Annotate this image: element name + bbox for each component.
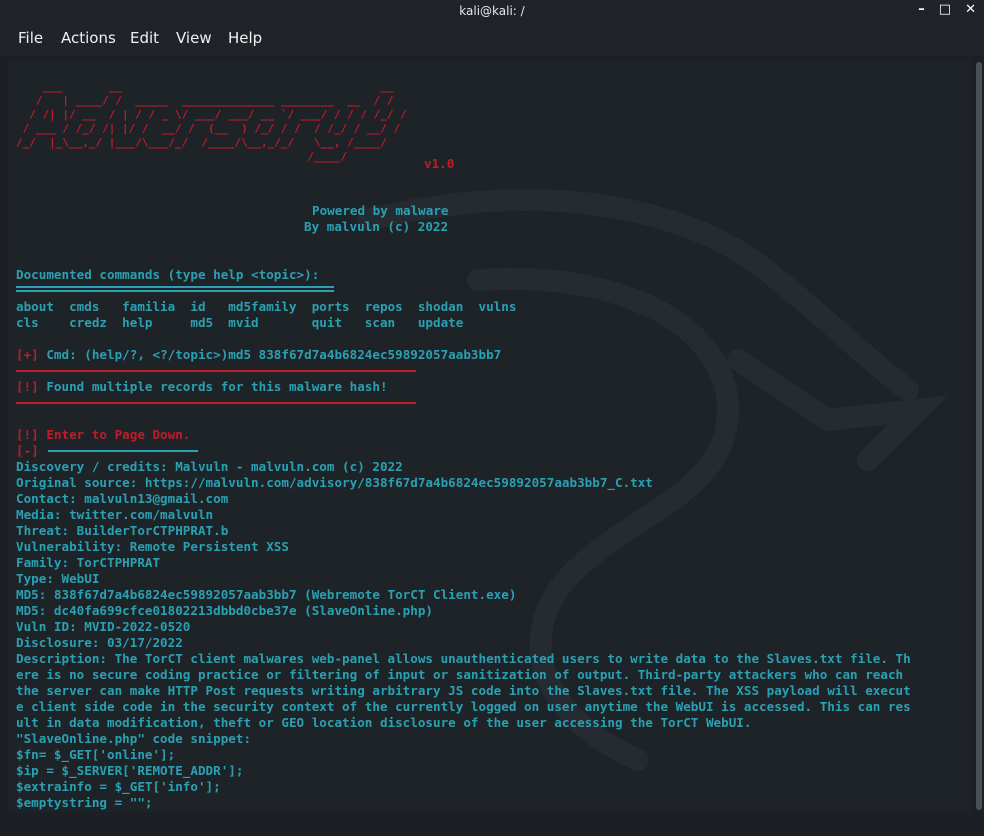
found-text: Found multiple records for this malware … bbox=[38, 379, 388, 394]
minus-prefix: [-] bbox=[16, 443, 39, 458]
detail-line: Discovery / credits: Malvuln - malvuln.c… bbox=[16, 459, 403, 474]
detail-line: Media: twitter.com/malvuln bbox=[16, 507, 214, 522]
description-line: Description: The TorCT client malwares w… bbox=[16, 651, 911, 666]
minimize-icon[interactable]: – bbox=[918, 2, 925, 17]
snippet-heading: "SlaveOnline.php" code snippet: bbox=[16, 731, 252, 746]
window-controls: – □ ✕ bbox=[918, 2, 976, 17]
menu-edit[interactable]: Edit bbox=[130, 29, 159, 47]
description-line: ere is no secure coding practice or filt… bbox=[16, 667, 904, 682]
menu-help[interactable]: Help bbox=[228, 29, 262, 47]
adversary-ascii-banner: ___ __ __ / | ____/ / _____ ____________… bbox=[16, 80, 407, 163]
commands-row-2: cls credz help md5 mvid quit scan update bbox=[16, 315, 464, 330]
detail-line: MD5: 838f67d7a4b6824ec59892057aab3bb7 (W… bbox=[16, 587, 517, 602]
section-rule bbox=[48, 450, 198, 452]
code-line: $emptystring = ""; bbox=[16, 795, 153, 810]
cmd-text: Cmd: (help/?, <?/topic>)md5 838f67d7a4b6… bbox=[38, 347, 502, 362]
menu-file[interactable]: File bbox=[18, 29, 43, 47]
section-header: [-] bbox=[16, 443, 39, 459]
terminal-output[interactable]: ___ __ __ / | ____/ / _____ ____________… bbox=[8, 60, 972, 812]
detail-line: Contact: malvuln13@gmail.com bbox=[16, 491, 229, 506]
banner-version: v1.0 bbox=[424, 156, 455, 171]
author-text: By malvuln (c) 2022 bbox=[304, 219, 449, 234]
detail-line: Original source: https://malvuln.com/adv… bbox=[16, 475, 653, 490]
page-down-prompt: [!] Enter to Page Down. bbox=[16, 427, 191, 442]
documented-commands-heading: Documented commands (type help <topic>): bbox=[16, 267, 320, 282]
code-line: $extrainfo = $_GET['info']; bbox=[16, 779, 221, 794]
code-line: $fn= $_GET['online']; bbox=[16, 747, 176, 762]
bottom-frame bbox=[0, 816, 984, 836]
found-prefix: [!] bbox=[16, 379, 39, 394]
scrollbar-thumb[interactable] bbox=[976, 62, 982, 810]
detail-line: Disclosure: 03/17/2022 bbox=[16, 635, 183, 650]
maximize-icon[interactable]: □ bbox=[939, 2, 951, 17]
description-line: the server can make HTTP Post requests w… bbox=[16, 683, 911, 698]
box-bottom-rule bbox=[16, 402, 416, 404]
detail-line: Vuln ID: MVID-2022-0520 bbox=[16, 619, 191, 634]
found-line: [!] Found multiple records for this malw… bbox=[16, 379, 388, 395]
heading-rule bbox=[16, 286, 334, 288]
detail-line: Threat: BuilderTorCTPHPRAT.b bbox=[16, 523, 229, 538]
detail-line: Vulnerability: Remote Persistent XSS bbox=[16, 539, 289, 554]
detail-line: Family: TorCTPHPRAT bbox=[16, 555, 161, 570]
menu-bar: File Actions Edit View Help bbox=[0, 22, 984, 56]
powered-by-text: Powered by malware bbox=[312, 203, 449, 218]
menu-actions[interactable]: Actions bbox=[61, 29, 116, 47]
detail-line: MD5: dc40fa699cfce01802213dbbd0cbe37e (S… bbox=[16, 603, 434, 618]
menu-view[interactable]: View bbox=[176, 29, 212, 47]
close-icon[interactable]: ✕ bbox=[965, 2, 976, 17]
commands-row-1: about cmds familia id md5family ports re… bbox=[16, 299, 517, 314]
code-line: $ip = $_SERVER['REMOTE_ADDR']; bbox=[16, 763, 244, 778]
description-line: e client side code in the security conte… bbox=[16, 699, 911, 714]
vertical-scrollbar[interactable] bbox=[976, 62, 982, 810]
cmd-prefix: [+] bbox=[16, 347, 39, 362]
box-top-rule bbox=[16, 370, 416, 372]
title-bar: kali@kali: / – □ ✕ bbox=[0, 0, 984, 22]
window-title: kali@kali: / bbox=[459, 4, 525, 18]
cmd-line: [+] Cmd: (help/?, <?/topic>)md5 838f67d7… bbox=[16, 347, 501, 363]
detail-line: Type: WebUI bbox=[16, 571, 100, 586]
description-line: ult in data modification, theft or GEO l… bbox=[16, 715, 752, 730]
terminal-window: kali@kali: / – □ ✕ File Actions Edit Vie… bbox=[0, 0, 984, 836]
heading-rule-2 bbox=[16, 290, 334, 292]
